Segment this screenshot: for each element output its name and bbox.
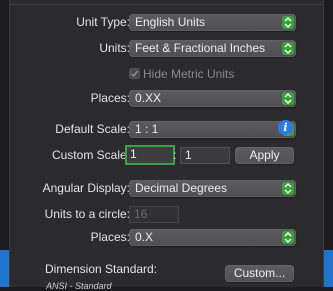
custom-scale-left-input[interactable]: 1 [125,145,175,165]
panel-top-divider [10,0,323,5]
units-popup[interactable]: Feet & Fractional Inches [129,40,296,57]
angular-places-value: 0.X [135,230,154,244]
angular-display-value: Decimal Degrees [135,181,228,195]
units-to-circle-label: Units to a circle: [44,207,130,221]
units-label: Units: [99,41,130,55]
units-value: Feet & Fractional Inches [135,41,266,55]
chevron-updown-icon [282,92,294,105]
chevron-updown-icon [282,182,294,195]
background-window-left-edge [0,250,9,287]
default-scale-label: Default Scale: [55,122,130,136]
places-label: Places: [90,91,130,105]
dimension-standard-label: Dimension Standard: [45,262,158,276]
angular-places-popup[interactable]: 0.X [129,229,296,246]
chevron-updown-icon [282,42,294,55]
dimension-standard-current: ANSI - Standard [46,281,112,291]
unit-type-label: Unit Type: [76,15,130,29]
angular-display-label: Angular Display: [42,181,130,195]
angular-places-label: Places: [90,230,130,244]
custom-scale-separator: : [173,148,177,162]
units-settings-panel: Unit Type: English Units Units: Feet & F… [9,0,324,291]
hide-metric-label: Hide Metric Units [143,67,235,81]
custom-scale-label: Custom Scale: [51,148,130,162]
unit-type-popup[interactable]: English Units [129,14,296,31]
default-scale-value: 1 : 1 [135,122,159,136]
places-value: 0.XX [135,91,162,105]
unit-type-value: English Units [135,15,206,29]
default-scale-popup[interactable]: 1 : 1 [129,121,296,138]
custom-button[interactable]: Custom... [225,265,294,282]
info-icon[interactable]: i [278,120,293,135]
units-to-circle-input[interactable]: 16 [129,206,179,223]
hide-metric-checkbox[interactable] [129,68,140,79]
angular-display-popup[interactable]: Decimal Degrees [129,180,296,197]
apply-button[interactable]: Apply [235,147,294,164]
places-popup[interactable]: 0.XX [129,90,296,107]
chevron-updown-icon [282,16,294,29]
checkmark-icon [130,70,139,78]
custom-scale-right-input[interactable]: 1 [180,147,230,164]
chevron-updown-icon [282,231,294,244]
